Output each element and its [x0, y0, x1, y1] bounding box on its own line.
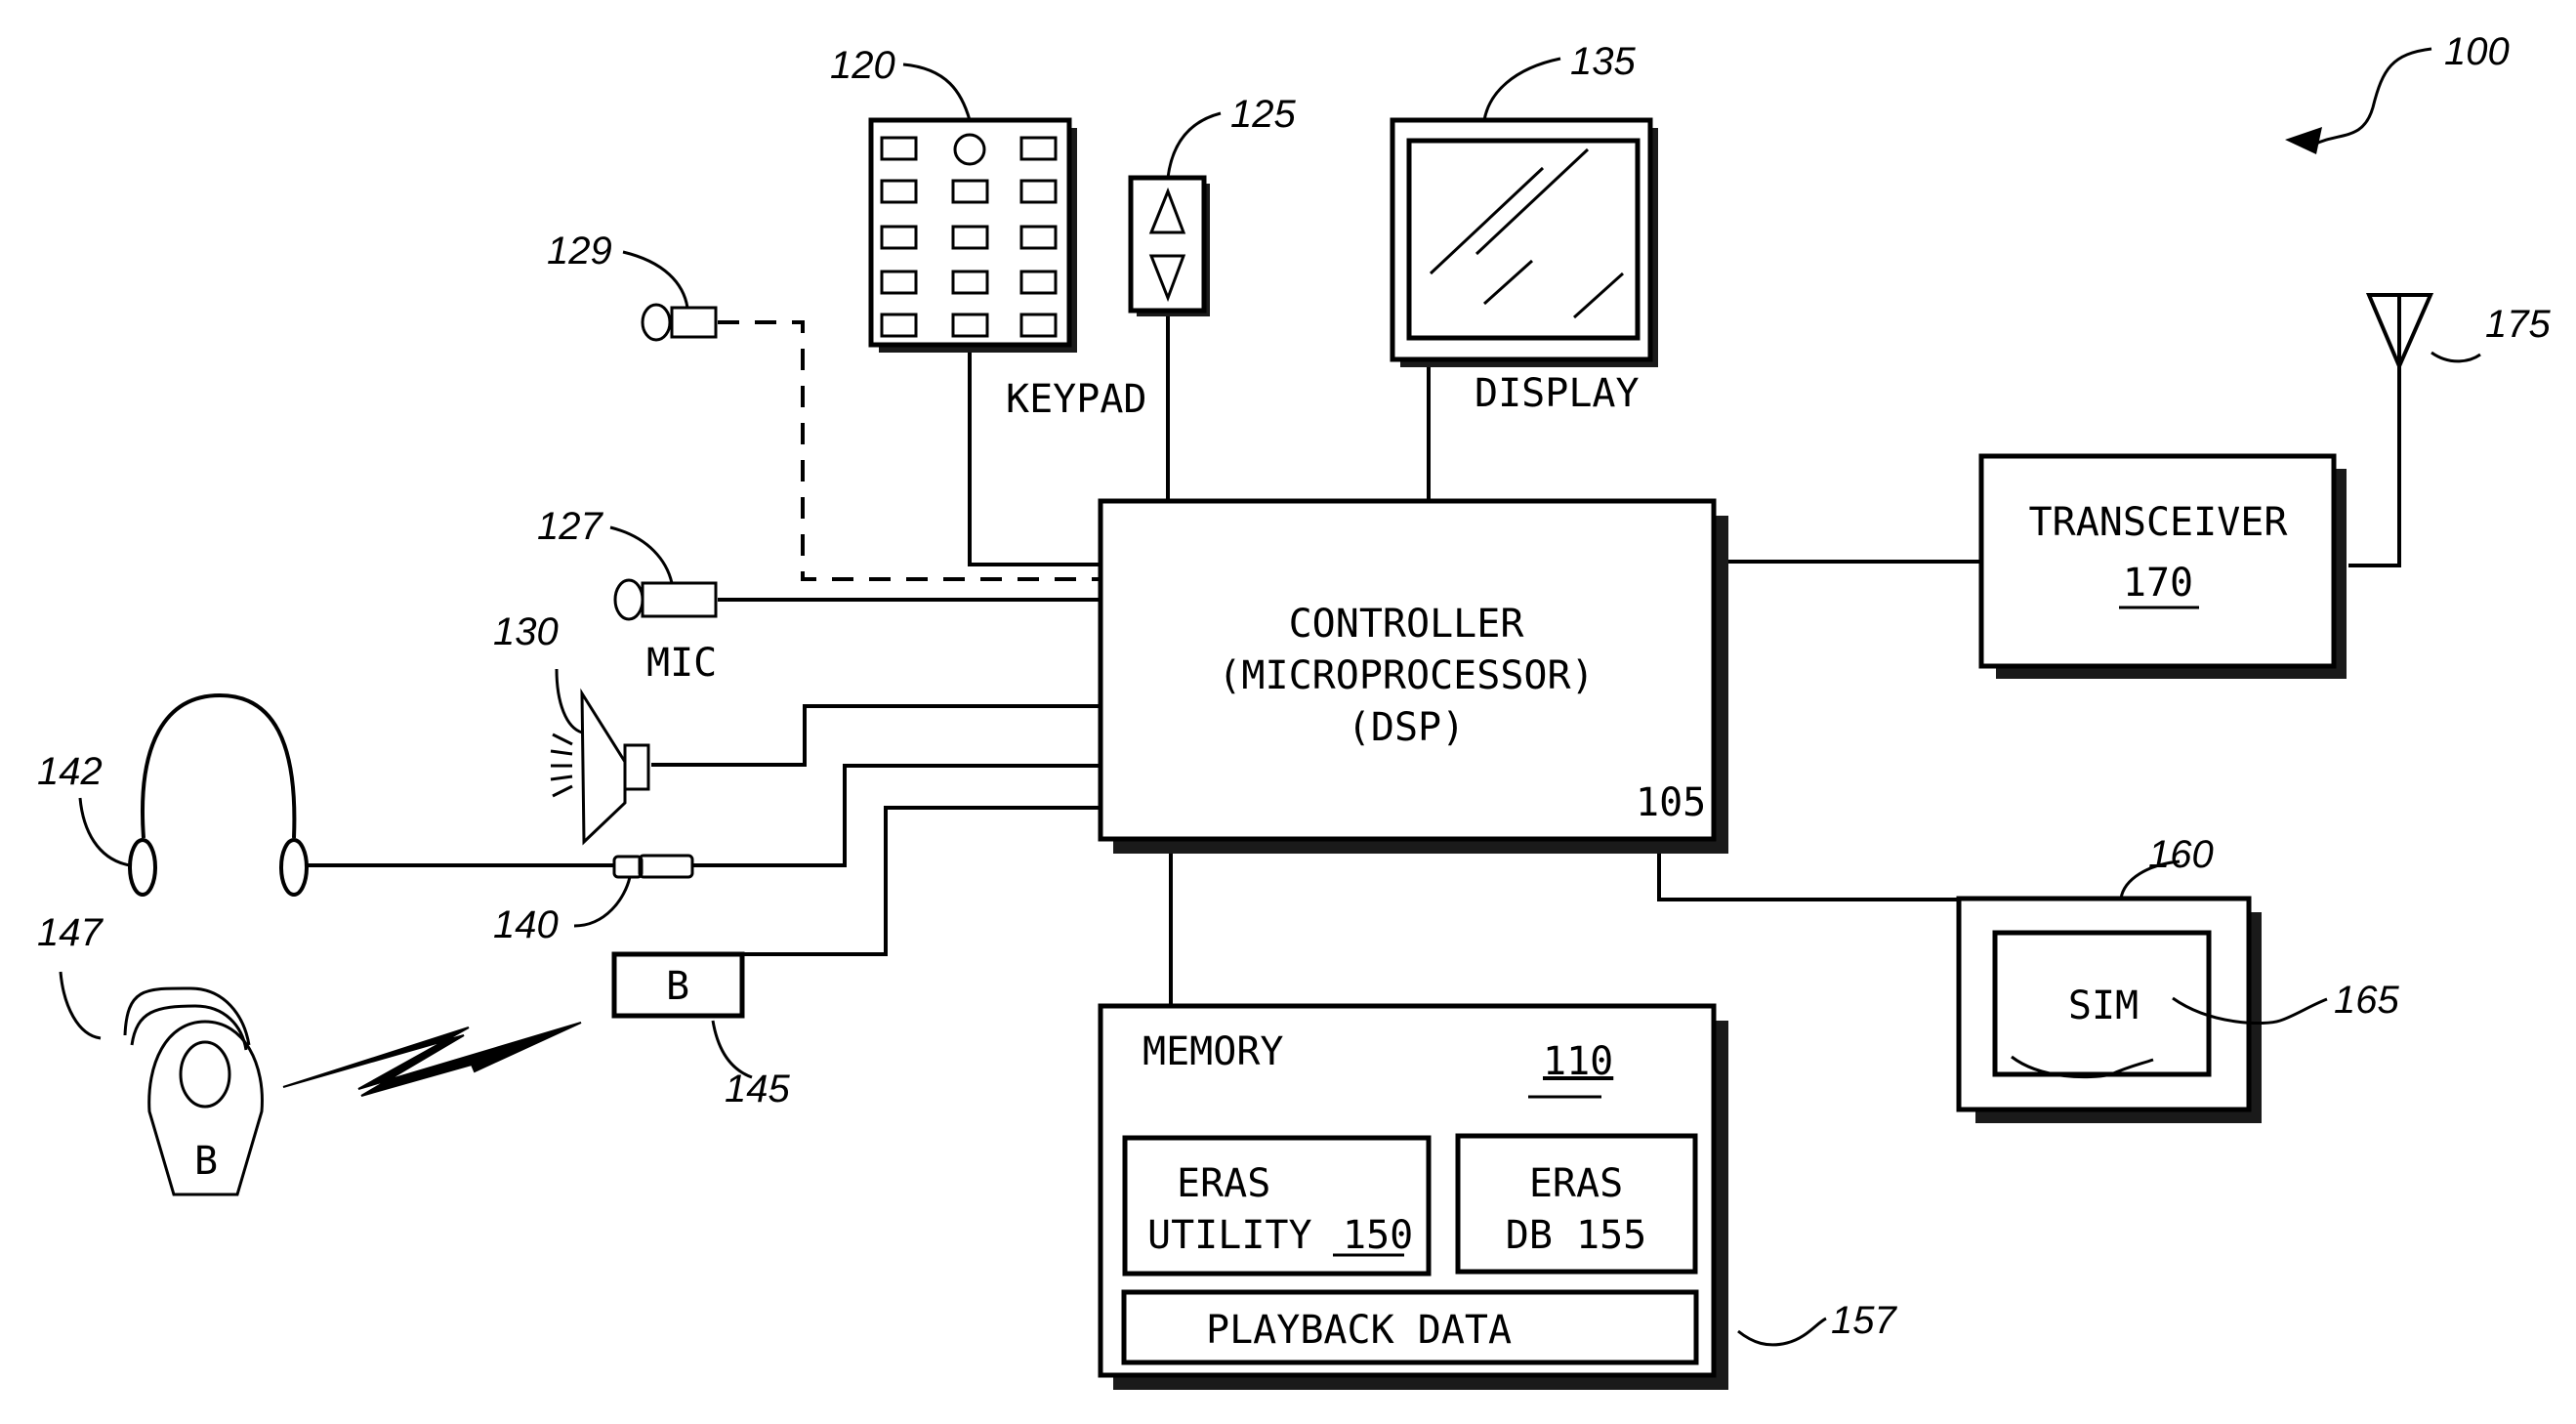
ref-157: 157	[1831, 1299, 1897, 1342]
controller-subtitle: (MICROPROCESSOR)	[1218, 653, 1594, 698]
ref-135: 135	[1570, 40, 1636, 83]
transceiver-ref: 170	[2123, 561, 2193, 606]
ref-100: 100	[2444, 30, 2510, 73]
ref-125: 125	[1230, 93, 1296, 136]
memory-ref: 110	[1543, 1039, 1613, 1084]
microphone	[613, 578, 718, 621]
controller-title: CONTROLLER	[1289, 602, 1525, 647]
display	[1390, 117, 1658, 367]
sim-label: SIM	[2068, 984, 2139, 1028]
display-label: DISPLAY	[1475, 371, 1640, 416]
mic-label: MIC	[646, 641, 717, 686]
ref-165: 165	[2334, 979, 2399, 1022]
eras-db-line2: DB 155	[1506, 1213, 1647, 1258]
speaker-connector	[651, 704, 1101, 767]
bt-connector	[742, 806, 1101, 956]
eras-utility-line1: ERAS	[1177, 1161, 1270, 1206]
ref-140: 140	[493, 903, 559, 946]
figure-arrow-icon	[2285, 47, 2432, 154]
ref-147: 147	[37, 911, 104, 954]
bt-headset-label: B	[194, 1139, 218, 1184]
sim-connector	[1657, 853, 1959, 901]
scroll-control	[1128, 175, 1210, 316]
eras-db-line1: ERAS	[1529, 1161, 1623, 1206]
ref-120: 120	[830, 44, 895, 87]
jack-connector	[692, 764, 1101, 867]
bt-module-label: B	[666, 964, 689, 1009]
ref-127: 127	[537, 505, 603, 548]
keypad	[868, 117, 1077, 353]
antenna-connector	[2348, 369, 2401, 567]
ref-175: 175	[2485, 303, 2551, 346]
ref-130: 130	[493, 610, 559, 653]
playback-data-label: PLAYBACK DATA	[1206, 1308, 1512, 1353]
ref-160: 160	[2148, 833, 2214, 876]
antenna-icon	[2365, 293, 2434, 372]
controller-ref: 105	[1636, 780, 1706, 825]
memory-label: MEMORY	[1143, 1029, 1284, 1074]
ref-129: 129	[547, 230, 612, 272]
ref-142: 142	[37, 750, 103, 793]
headphones-icon	[128, 692, 309, 897]
keypad-label: KEYPAD	[1006, 377, 1147, 422]
ref-145: 145	[725, 1068, 790, 1110]
transceiver-label: TRANSCEIVER	[2029, 500, 2289, 545]
aux-microphone	[641, 303, 718, 342]
headphone-jack	[612, 854, 694, 879]
eras-utility-line2: UTILITY	[1147, 1213, 1312, 1258]
wireless-link-icon	[282, 1022, 582, 1097]
aux-mic-connector	[718, 320, 1101, 581]
eras-utility-ref: 150	[1343, 1213, 1413, 1258]
block-diagram: KEYPAD DISPLAY MIC B B CONTROLLER (MICRO…	[37, 30, 2551, 1390]
controller-dsp: (DSP)	[1348, 705, 1465, 750]
